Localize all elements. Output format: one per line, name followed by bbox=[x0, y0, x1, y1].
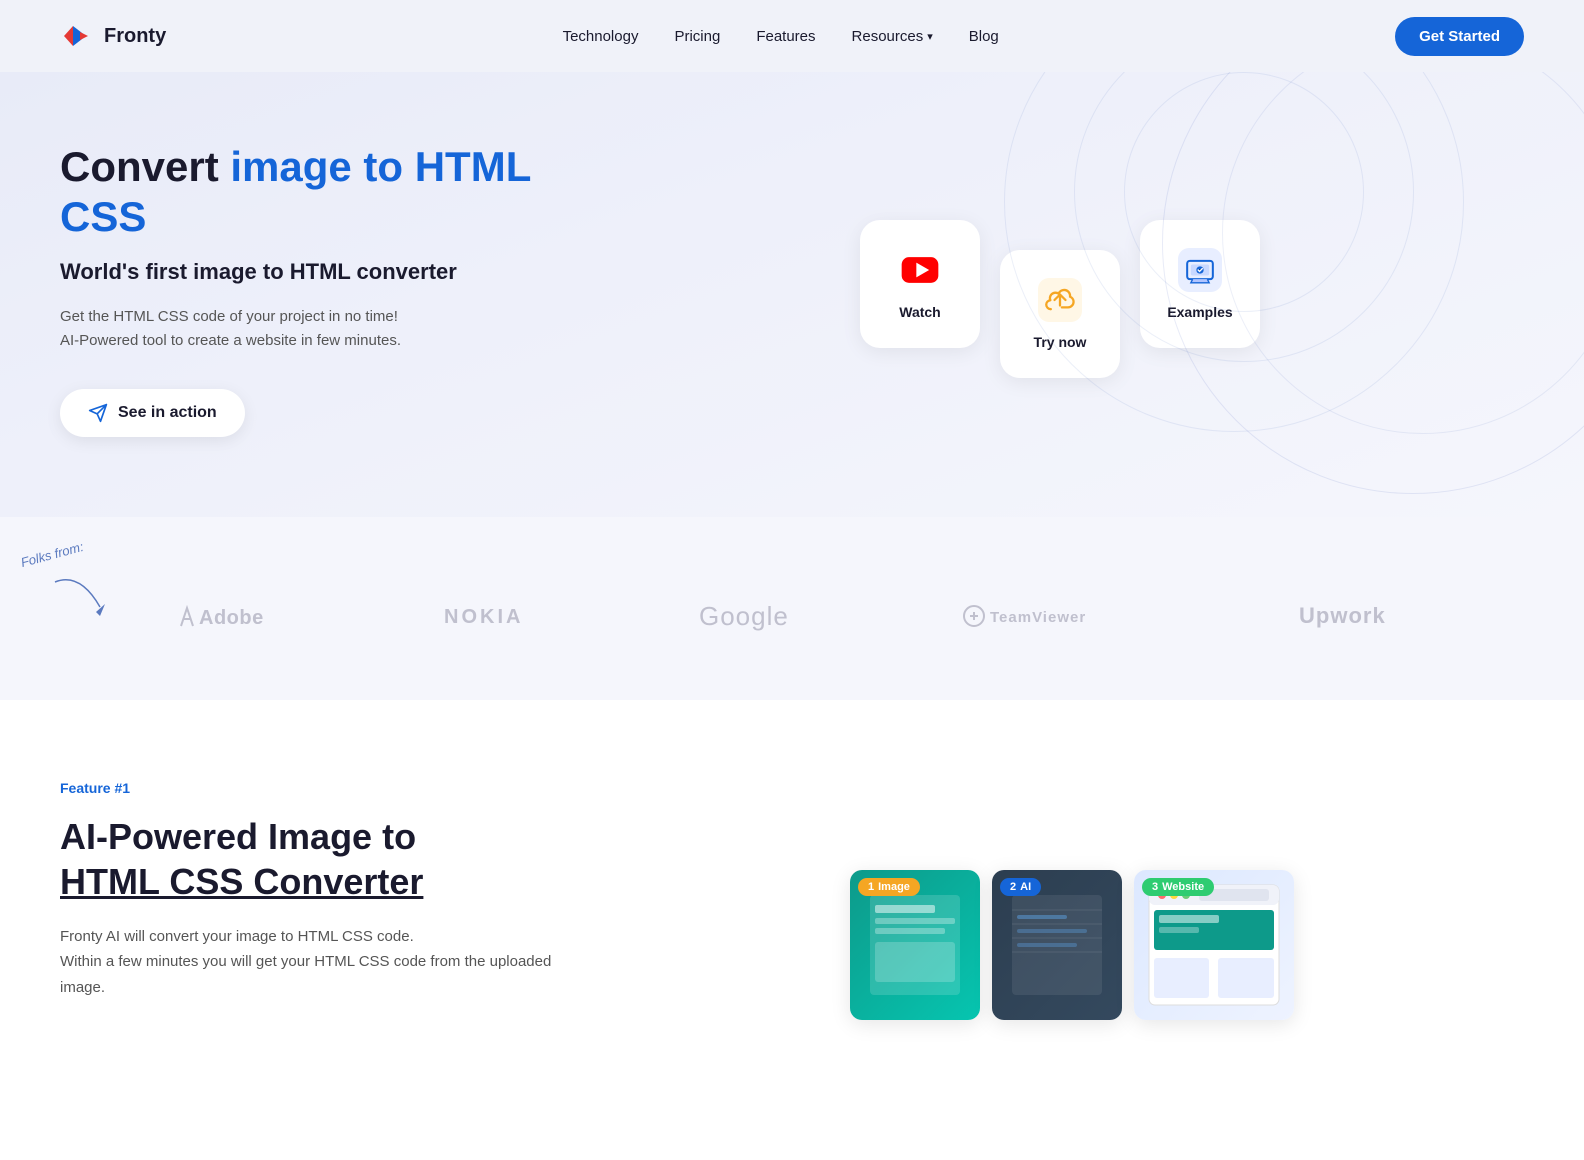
nav-links: Technology Pricing Features Resources ▾ … bbox=[563, 28, 999, 45]
see-in-action-label: See in action bbox=[118, 404, 217, 422]
logo[interactable]: Fronty bbox=[60, 18, 166, 54]
feature-title: AI-Powered Image to HTML CSS Converter bbox=[60, 814, 560, 904]
see-in-action-button[interactable]: See in action bbox=[60, 389, 245, 437]
hero-desc-line1: Get the HTML CSS code of your project in… bbox=[60, 308, 398, 325]
website-preview bbox=[1144, 880, 1284, 1010]
nokia-logo-svg: NOKIA bbox=[442, 601, 542, 629]
nav-resources[interactable]: Resources ▾ bbox=[852, 28, 933, 45]
feature-section: Feature #1 AI-Powered Image to HTML CSS … bbox=[0, 700, 1584, 1160]
brands-row: Adobe NOKIA Google TeamViewer bbox=[60, 597, 1524, 640]
brand-teamviewer: TeamViewer bbox=[962, 602, 1142, 635]
brands-section: Folks from: Adobe NOKIA Google bbox=[0, 517, 1584, 700]
paper-plane-icon bbox=[88, 403, 108, 423]
step-cards: 1 Image 2 AI bbox=[850, 840, 1294, 1020]
brand-nokia: NOKIA bbox=[442, 601, 542, 635]
upwork-logo-svg: Upwork bbox=[1297, 601, 1407, 629]
feature-text: Feature #1 AI-Powered Image to HTML CSS … bbox=[60, 780, 560, 1001]
step-card-image: 1 Image bbox=[850, 870, 980, 1020]
step-badge-1: 1 Image bbox=[858, 878, 920, 896]
nav-pricing[interactable]: Pricing bbox=[674, 28, 720, 45]
hero-section: Convert image to HTML CSS World's first … bbox=[0, 72, 1584, 517]
folks-from-label: Folks from: bbox=[19, 539, 85, 570]
step-badge-3: 3 Website bbox=[1142, 878, 1214, 896]
hero-desc: Get the HTML CSS code of your project in… bbox=[60, 305, 580, 353]
navbar: Fronty Technology Pricing Features Resou… bbox=[0, 0, 1584, 72]
chevron-down-icon: ▾ bbox=[927, 30, 933, 43]
hero-title: Convert image to HTML CSS bbox=[60, 142, 580, 243]
feature-visual: 1 Image 2 AI bbox=[620, 780, 1524, 1080]
brand-google: Google bbox=[697, 597, 807, 640]
design-preview bbox=[865, 890, 965, 1000]
svg-text:Upwork: Upwork bbox=[1299, 603, 1386, 628]
step-card-ai: 2 AI bbox=[992, 870, 1122, 1020]
nav-technology[interactable]: Technology bbox=[563, 28, 639, 45]
step-card-website: 3 Website bbox=[1134, 870, 1294, 1020]
feature-desc-line1: Fronty AI will convert your image to HTM… bbox=[60, 928, 414, 945]
feature-desc: Fronty AI will convert your image to HTM… bbox=[60, 924, 560, 1001]
hero-text: Convert image to HTML CSS World's first … bbox=[60, 142, 580, 437]
nav-features[interactable]: Features bbox=[756, 28, 815, 45]
hero-title-static: Convert bbox=[60, 143, 230, 190]
feature-title-line1: AI-Powered Image to bbox=[60, 816, 416, 857]
ai-preview bbox=[1007, 890, 1107, 1000]
adobe-logo-svg: Adobe bbox=[177, 602, 287, 630]
arrow-curve-icon bbox=[50, 572, 110, 622]
step-badge-2: 2 AI bbox=[1000, 878, 1041, 896]
brand-upwork: Upwork bbox=[1297, 601, 1407, 635]
teamviewer-logo-svg: TeamViewer bbox=[962, 602, 1142, 630]
brand-adobe: Adobe bbox=[177, 602, 287, 635]
brand-name: Fronty bbox=[104, 25, 166, 48]
feature-desc-line2: Within a few minutes you will get your H… bbox=[60, 953, 551, 996]
svg-text:TeamViewer: TeamViewer bbox=[990, 609, 1086, 626]
nav-blog[interactable]: Blog bbox=[969, 28, 999, 45]
watch-card[interactable]: Watch bbox=[860, 220, 980, 348]
svg-text:NOKIA: NOKIA bbox=[444, 606, 523, 628]
hero-subtitle: World's first image to HTML converter bbox=[60, 259, 580, 285]
watch-label: Watch bbox=[899, 304, 940, 320]
youtube-icon bbox=[898, 248, 942, 292]
feature-tag: Feature #1 bbox=[60, 780, 560, 796]
svg-text:Adobe: Adobe bbox=[199, 607, 264, 629]
svg-text:Google: Google bbox=[699, 601, 789, 631]
logo-icon bbox=[60, 18, 96, 54]
feature-title-line2: HTML CSS Converter bbox=[60, 861, 423, 902]
deco-circle-3 bbox=[1124, 72, 1364, 312]
get-started-button[interactable]: Get Started bbox=[1395, 17, 1524, 56]
google-logo-svg: Google bbox=[697, 597, 807, 633]
hero-desc-line2: AI-Powered tool to create a website in f… bbox=[60, 332, 401, 349]
